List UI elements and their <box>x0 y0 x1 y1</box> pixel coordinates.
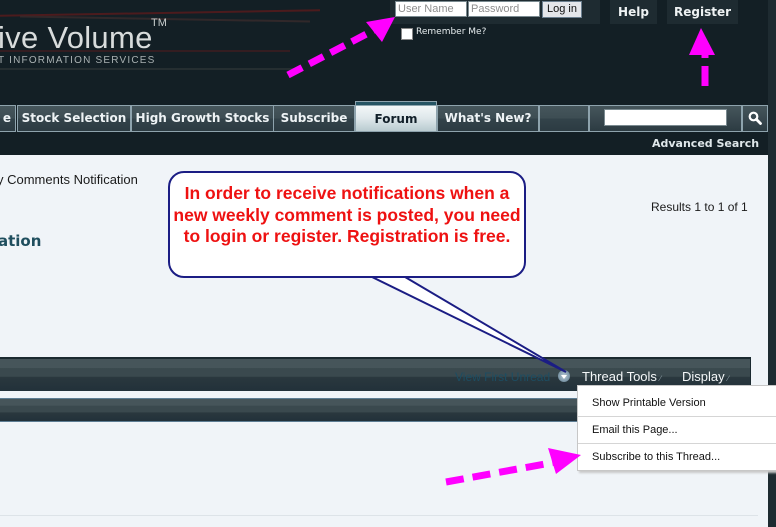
display-menu[interactable]: Display ∕ <box>682 369 729 384</box>
chevron-down-icon: ∕ <box>659 374 662 383</box>
first-unread-icon[interactable] <box>558 370 570 382</box>
thread-tools-dropdown: Show Printable Version Email this Page..… <box>577 385 776 471</box>
menu-item-subscribe-to-thread[interactable]: Subscribe to this Thread... <box>578 443 776 469</box>
annotation-callout: In order to receive notifications when a… <box>168 171 526 278</box>
menu-item-show-printable-version[interactable]: Show Printable Version <box>578 390 776 416</box>
remember-me-checkbox[interactable] <box>401 28 413 40</box>
password-field[interactable]: Password <box>468 1 540 17</box>
advanced-search-link[interactable]: Advanced Search <box>652 137 759 150</box>
nav-spacer <box>539 105 589 132</box>
thread-tools-label: Thread Tools <box>582 369 657 384</box>
search-button[interactable] <box>742 105 768 132</box>
username-field[interactable]: User Name <box>395 1 467 17</box>
divider <box>0 515 758 516</box>
nav-tab-home[interactable]: e <box>0 105 16 132</box>
thread-tools-menu[interactable]: Thread Tools ∕ <box>582 369 661 384</box>
nav-tab-whats-new[interactable]: What's New? <box>437 105 539 132</box>
display-label: Display <box>682 369 725 384</box>
menu-item-email-this-page[interactable]: Email this Page... <box>578 416 776 442</box>
callout-text: In order to receive notifications when a… <box>173 183 521 246</box>
register-link[interactable]: Register <box>667 0 738 24</box>
search-box <box>589 105 742 132</box>
login-button[interactable]: Log in <box>542 1 582 18</box>
search-input[interactable] <box>604 109 727 126</box>
chevron-down-icon: ∕ <box>727 374 729 383</box>
nav-tab-stock-selection[interactable]: Stock Selection <box>17 105 131 132</box>
view-first-unread-link[interactable]: View First Unread <box>455 370 550 384</box>
logo-trademark: TM <box>151 17 167 29</box>
help-link[interactable]: Help <box>610 0 657 24</box>
logo-subtitle: T INFORMATION SERVICES <box>0 55 156 66</box>
nav-tab-high-growth-stocks[interactable]: High Growth Stocks <box>131 105 274 132</box>
remember-me-label[interactable]: Remember Me? <box>416 27 486 37</box>
site-header: ive Volume TM T INFORMATION SERVICES Use… <box>0 0 776 100</box>
nav-tab-forum[interactable]: Forum <box>355 101 437 132</box>
main-navigation: e Stock Selection High Growth Stocks Sub… <box>0 101 768 132</box>
logo-title: ive Volume <box>0 20 153 55</box>
results-count: Results 1 to 1 of 1 <box>651 200 748 214</box>
magnifier-icon <box>748 111 762 125</box>
nav-tab-subscribe[interactable]: Subscribe <box>273 105 355 132</box>
breadcrumb-current[interactable]: y Comments Notification <box>0 172 138 187</box>
site-logo[interactable]: ive Volume TM T INFORMATION SERVICES <box>0 0 330 80</box>
thread-title: ation <box>0 232 42 250</box>
